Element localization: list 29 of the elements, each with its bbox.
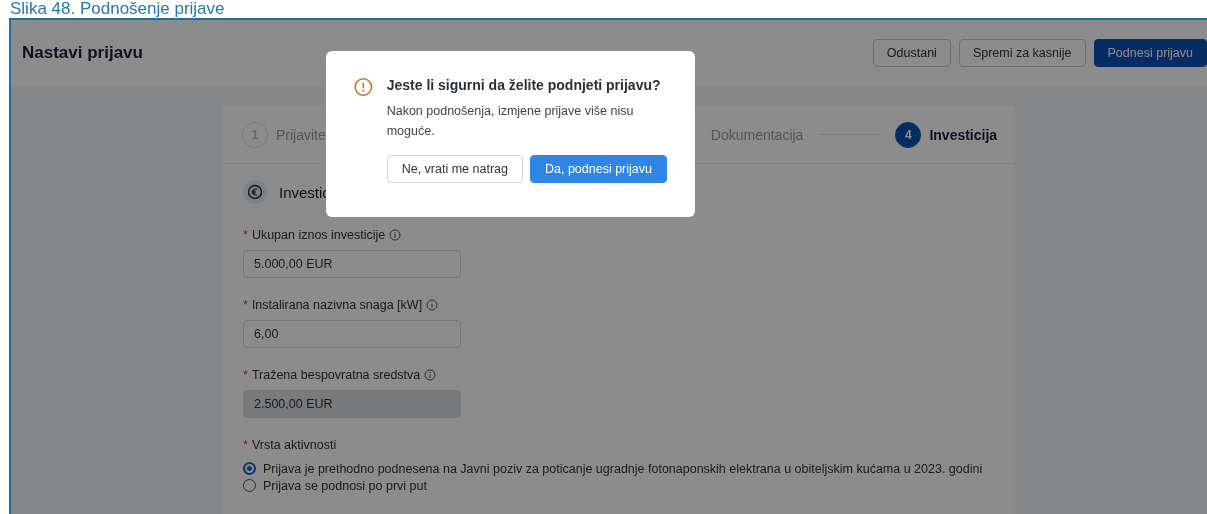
- field-label: Instalirana nazivna snaga [kW]: [251, 298, 423, 312]
- required-mark: *: [243, 438, 248, 452]
- radio-label[interactable]: Prijava je prethodno podnesena na Javni poziv za poticanje ugradnje fotonaponskih elektrana u obiteljskim kućama u 2023. godini: [263, 461, 983, 476]
- info-icon: [389, 229, 402, 241]
- field-label: Tražena bespovratna sredstva: [251, 368, 421, 382]
- radio-label[interactable]: Prijava se podnosi po prvi put: [263, 478, 427, 493]
- warning-icon: [354, 77, 373, 97]
- figure-caption: Slika 48. Podnošenje prijave: [9, 0, 226, 18]
- dialog-title: Jeste li sigurni da želite podnjeti prijavu?: [386, 77, 662, 93]
- input-field[interactable]: 6,00: [243, 320, 461, 348]
- confirm-button[interactable]: Da, podnesi prijavu: [530, 155, 667, 183]
- euro-icon: [243, 180, 267, 204]
- dialog-message: Nakon podnošenja, izmjene prijave više nisu moguće.: [386, 103, 635, 140]
- radio-button[interactable]: [243, 462, 256, 475]
- info-icon: [424, 369, 437, 381]
- cancel-button[interactable]: Ne, vrati me natrag: [386, 155, 523, 183]
- required-mark: *: [243, 298, 248, 312]
- input-field[interactable]: 5.000,00 EUR: [243, 250, 461, 278]
- field-label: Vrsta aktivnosti: [251, 438, 337, 452]
- header-button[interactable]: Odustani: [872, 39, 951, 67]
- required-mark: *: [243, 368, 248, 382]
- step-label[interactable]: Investicija: [929, 126, 998, 143]
- header-button[interactable]: Spremi za kasnije: [958, 39, 1086, 67]
- page-title: Nastavi prijavu: [22, 43, 144, 63]
- required-mark: *: [243, 228, 248, 242]
- submit-button[interactable]: Podnesi prijavu: [1093, 39, 1207, 67]
- info-icon: [426, 299, 439, 311]
- step-number: 4: [895, 121, 922, 148]
- field-label: Ukupan iznos investicije: [251, 228, 386, 242]
